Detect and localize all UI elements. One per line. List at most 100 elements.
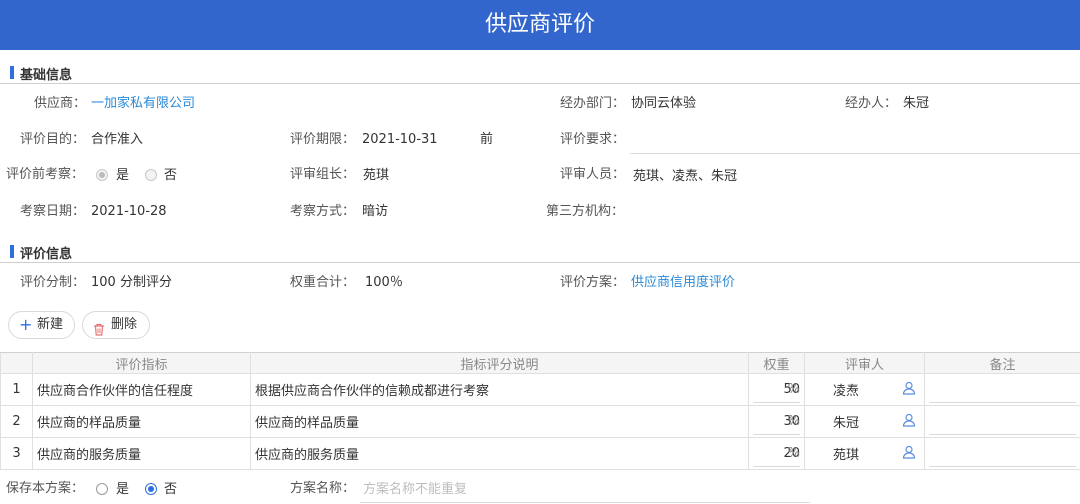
reviewer-cell[interactable]: 朱冠 — [804, 405, 925, 438]
radio-selected-dot — [99, 172, 105, 178]
precheck-yes-radio[interactable] — [96, 169, 108, 181]
user-icon[interactable] — [902, 381, 916, 399]
user-icon[interactable] — [902, 445, 916, 463]
remark-underline — [929, 434, 1076, 435]
plan-name-label: 方案名称： — [290, 481, 356, 496]
table-row: 2 供应商的样品质量 供应商的样品质量 30% 朱冠 — [0, 405, 1080, 438]
deadline-value: 2021-10-31 — [362, 132, 438, 147]
weight-cell[interactable]: 30% — [748, 405, 805, 438]
department-value: 协同云体验 — [631, 96, 697, 111]
weight-cell[interactable]: 50% — [748, 373, 805, 406]
save-plan-label: 保存本方案： — [6, 481, 85, 496]
purpose-value: 合作准入 — [91, 132, 144, 147]
remark-cell[interactable] — [924, 437, 1080, 470]
table-row: 3 供应商的服务质量 供应商的服务质量 20% 苑琪 — [0, 437, 1080, 470]
col-header-remark: 备注 — [924, 352, 1080, 374]
weight-underline — [753, 402, 800, 403]
radio-selected-dot — [148, 486, 154, 492]
user-icon[interactable] — [902, 413, 916, 431]
desc-cell[interactable]: 供应商的服务质量 — [250, 437, 749, 470]
delete-button[interactable]: 删除 — [82, 311, 150, 339]
checkdate-label: 考察日期： — [20, 204, 86, 219]
section-header-eval: 评价信息 — [0, 241, 1080, 263]
percent-sign: % — [787, 446, 800, 461]
handler-value: 朱冠 — [903, 96, 930, 111]
remark-cell[interactable] — [924, 405, 1080, 438]
section-marker — [10, 66, 14, 79]
deadline-label: 评价期限： — [290, 132, 356, 147]
score-label: 评价分制： — [20, 275, 86, 290]
section-title-basic: 基础信息 — [20, 68, 73, 83]
percent-sign: % — [787, 414, 800, 429]
remark-underline — [929, 466, 1076, 467]
remark-cell[interactable] — [924, 373, 1080, 406]
save-plan-no-radio[interactable] — [145, 483, 157, 495]
percent-sign: % — [787, 382, 800, 397]
evaluation-table: 评价指标 指标评分说明 权重 评审人 备注 1 供应商合作伙伴的信任程度 根据供… — [0, 352, 1080, 470]
supplier-link[interactable]: 一加家私有限公司 — [91, 95, 195, 113]
plan-link[interactable]: 供应商信用度评价 — [631, 274, 735, 292]
precheck-no-label: 否 — [164, 168, 178, 183]
new-button[interactable]: + 新建 — [8, 311, 75, 339]
thirdparty-label: 第三方机构： — [546, 204, 625, 219]
members-label: 评审人员： — [560, 167, 626, 182]
leader-label: 评审组长： — [290, 167, 356, 182]
save-plan-yes-radio[interactable] — [96, 483, 108, 495]
checkmethod-label: 考察方式： — [290, 204, 356, 219]
weight-total-value: 100％ — [365, 275, 403, 290]
reviewer-value: 苑琪 — [833, 448, 860, 463]
col-header-desc: 指标评分说明 — [250, 352, 749, 374]
checkdate-value: 2021-10-28 — [91, 204, 167, 219]
indicator-cell[interactable]: 供应商的服务质量 — [32, 437, 251, 470]
reviewer-value: 朱冠 — [833, 416, 860, 431]
section-header-basic: 基础信息 — [0, 62, 1080, 84]
section-marker — [10, 245, 14, 258]
deadline-suffix: 前 — [480, 132, 494, 147]
members-value: 苑琪、凌焘、朱冠 — [633, 169, 738, 184]
supplier-label: 供应商： — [34, 96, 87, 111]
requirement-field[interactable] — [630, 153, 1080, 154]
weight-total-label: 权重合计： — [290, 275, 356, 290]
plan-name-input[interactable]: 方案名称不能重复 — [363, 481, 467, 499]
delete-button-label: 删除 — [111, 317, 138, 332]
reviewer-value: 凌焘 — [833, 384, 860, 399]
table-row: 1 供应商合作伙伴的信任程度 根据供应商合作伙伴的信赖成都进行考察 50% 凌焘 — [0, 373, 1080, 406]
weight-cell[interactable]: 20% — [748, 437, 805, 470]
plan-name-underline — [360, 502, 810, 503]
department-label: 经办部门： — [560, 96, 626, 111]
save-plan-no-label: 否 — [164, 482, 178, 497]
page-title: 供应商评价 — [0, 0, 1080, 50]
reviewer-cell[interactable]: 凌焘 — [804, 373, 925, 406]
save-plan-yes-label: 是 — [116, 482, 130, 497]
desc-cell[interactable]: 根据供应商合作伙伴的信赖成都进行考察 — [250, 373, 749, 406]
plus-icon: + — [19, 315, 33, 334]
col-header-weight: 权重 — [748, 352, 805, 374]
plan-label: 评价方案： — [560, 275, 626, 290]
score-value: 100 分制评分 — [91, 275, 172, 290]
indicator-cell[interactable]: 供应商的样品质量 — [32, 405, 251, 438]
table-header-row: 评价指标 指标评分说明 权重 评审人 备注 — [0, 352, 1080, 374]
desc-cell[interactable]: 供应商的样品质量 — [250, 405, 749, 438]
precheck-no-radio[interactable] — [145, 169, 157, 181]
reviewer-cell[interactable]: 苑琪 — [804, 437, 925, 470]
purpose-label: 评价目的： — [20, 132, 86, 147]
col-header-no — [0, 352, 33, 374]
handler-label: 经办人： — [845, 96, 898, 111]
requirement-label: 评价要求： — [560, 132, 626, 147]
row-number: 1 — [0, 373, 33, 406]
new-button-label: 新建 — [37, 317, 64, 332]
checkmethod-value: 暗访 — [362, 204, 389, 219]
col-header-reviewer: 评审人 — [804, 352, 925, 374]
weight-underline — [753, 466, 800, 467]
section-title-eval: 评价信息 — [20, 247, 73, 262]
row-number: 3 — [0, 437, 33, 470]
indicator-cell[interactable]: 供应商合作伙伴的信任程度 — [32, 373, 251, 406]
precheck-yes-label: 是 — [116, 168, 130, 183]
weight-underline — [753, 434, 800, 435]
row-number: 2 — [0, 405, 33, 438]
leader-value: 苑琪 — [363, 168, 390, 183]
precheck-label: 评价前考察： — [6, 167, 85, 182]
trash-icon — [93, 318, 105, 344]
remark-underline — [929, 402, 1076, 403]
col-header-indicator: 评价指标 — [32, 352, 251, 374]
